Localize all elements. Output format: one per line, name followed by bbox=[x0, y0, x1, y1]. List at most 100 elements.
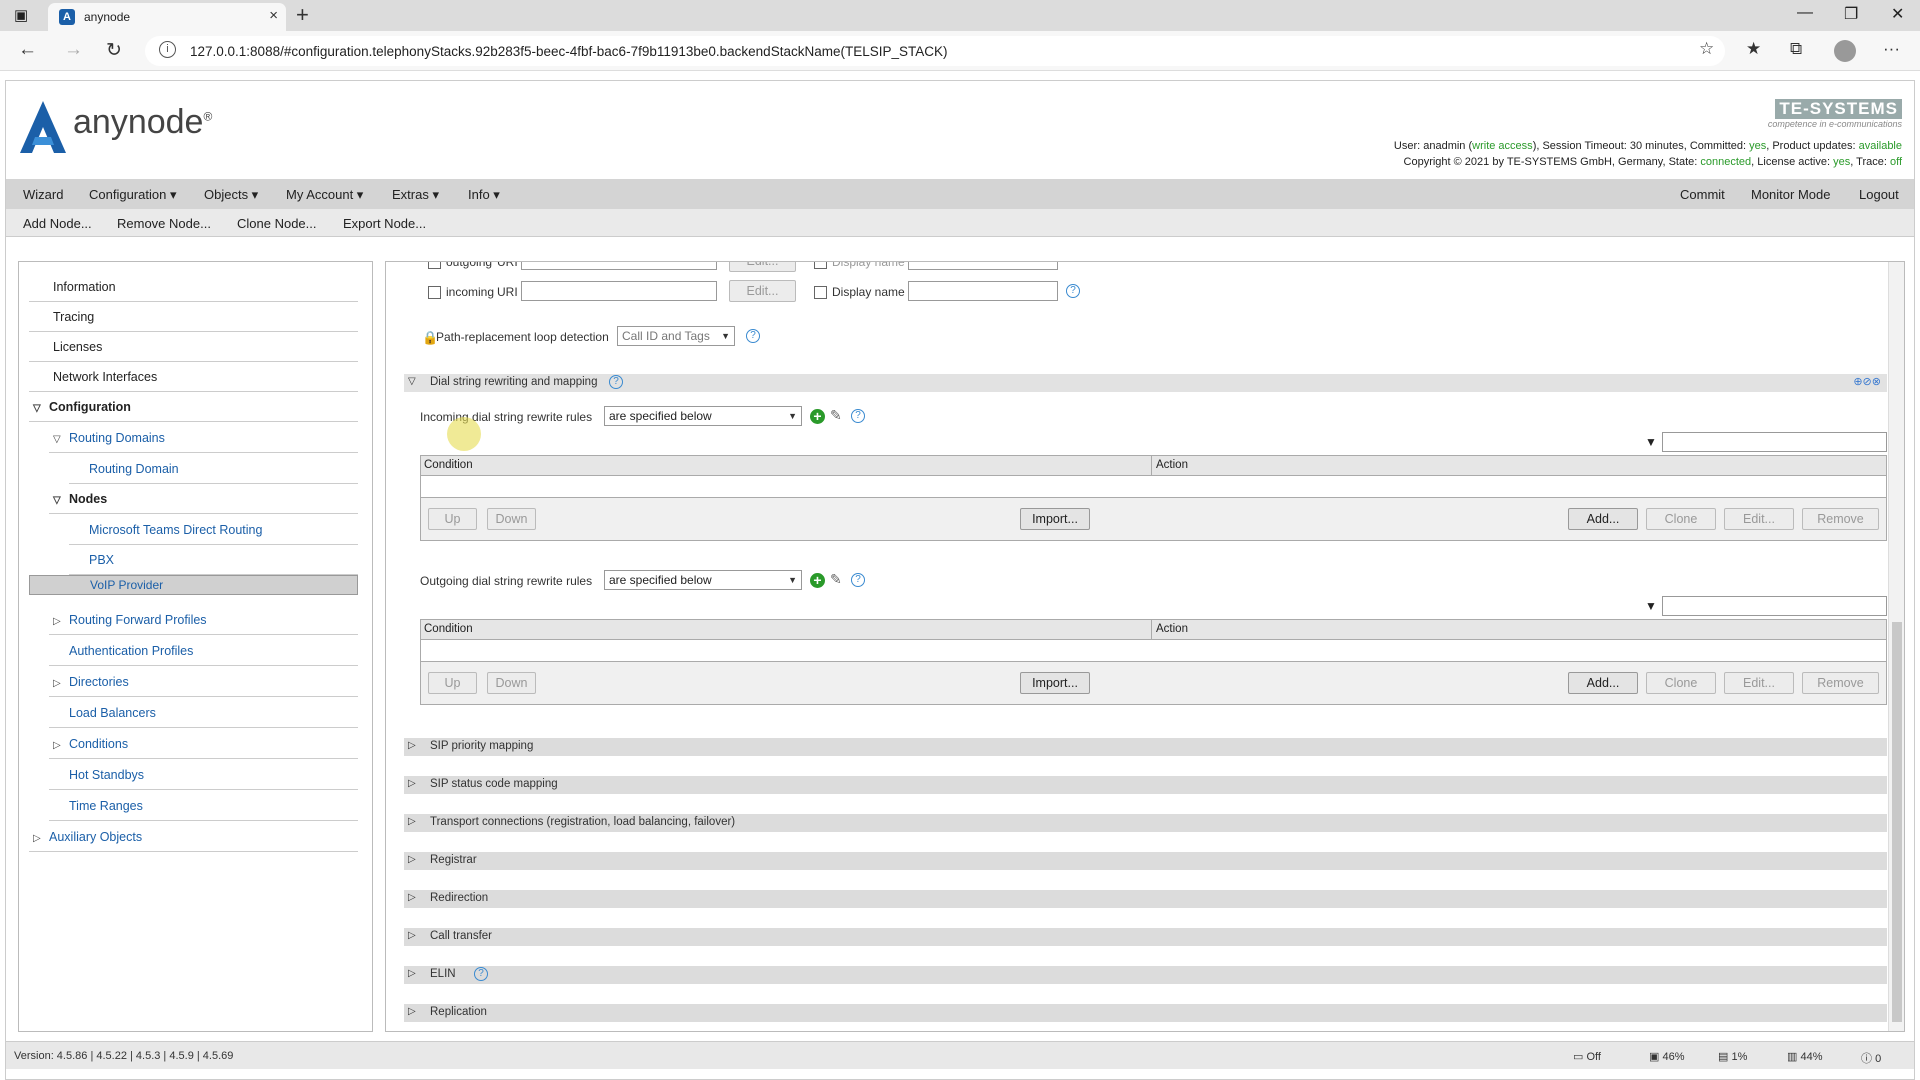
menu-info[interactable]: Info ▾ bbox=[468, 187, 500, 203]
incoming-rules-select[interactable]: are specified below ▼ bbox=[604, 406, 802, 426]
import-button[interactable]: Import... bbox=[1020, 672, 1090, 694]
sidebar-item-information[interactable]: Information bbox=[29, 272, 358, 302]
section-replication[interactable]: ▷ Replication bbox=[404, 1004, 1887, 1022]
close-tab-icon[interactable]: × bbox=[269, 7, 278, 24]
more-menu-icon[interactable]: ··· bbox=[1883, 39, 1900, 59]
sidebar-item-load-balancers[interactable]: Load Balancers bbox=[49, 698, 358, 728]
main-scrollbar[interactable] bbox=[1888, 262, 1904, 1031]
sidebar-item-conditions[interactable]: ▷ Conditions bbox=[49, 729, 358, 759]
incoming-edit-button[interactable]: Edit... bbox=[729, 280, 796, 302]
add-node-button[interactable]: Add Node... bbox=[23, 216, 92, 231]
browser-tab[interactable]: A anynode × bbox=[48, 3, 286, 31]
close-window-icon[interactable]: ✕ bbox=[1891, 4, 1904, 24]
restore-icon[interactable]: ❐ bbox=[1844, 4, 1858, 24]
reload-icon[interactable]: ↻ bbox=[106, 39, 122, 62]
url-input[interactable]: i 127.0.0.1:8088/#configuration.telephon… bbox=[145, 36, 1725, 66]
outgoing-edit-button[interactable]: Edit... bbox=[729, 262, 796, 272]
help-icon[interactable]: ? bbox=[609, 375, 623, 389]
clone-button[interactable]: Clone bbox=[1646, 508, 1716, 530]
outgoing-filter-input[interactable] bbox=[1662, 596, 1887, 616]
down-button[interactable]: Down bbox=[487, 508, 536, 530]
collapsed-triangle-icon[interactable]: ▷ bbox=[408, 740, 416, 751]
outgoing-display-checkbox[interactable] bbox=[814, 262, 827, 269]
new-tab-icon[interactable]: + bbox=[296, 2, 309, 28]
collapsed-triangle-icon[interactable]: ▷ bbox=[408, 778, 416, 789]
outgoing-uri-checkbox[interactable] bbox=[428, 262, 441, 269]
outgoing-rules-select[interactable]: are specified below ▼ bbox=[604, 570, 802, 590]
sidebar-item-microsoft-teams[interactable]: Microsoft Teams Direct Routing bbox=[69, 515, 358, 545]
sidebar-toggle-icon[interactable]: ▣ bbox=[14, 6, 28, 24]
site-info-icon[interactable]: i bbox=[159, 41, 176, 58]
menu-wizard[interactable]: Wizard bbox=[23, 187, 63, 202]
sidebar-item-configuration[interactable]: ▽ Configuration bbox=[29, 392, 358, 422]
sidebar-item-auxiliary-objects[interactable]: ▷ Auxiliary Objects bbox=[29, 822, 358, 852]
collapsed-triangle-icon[interactable]: ▷ bbox=[408, 854, 416, 865]
expanded-triangle-icon[interactable]: ▽ bbox=[408, 376, 416, 387]
sidebar-item-nodes[interactable]: ▽ Nodes bbox=[49, 484, 358, 514]
help-icon[interactable]: ? bbox=[1066, 284, 1080, 298]
clone-button[interactable]: Clone bbox=[1646, 672, 1716, 694]
remove-node-button[interactable]: Remove Node... bbox=[117, 216, 211, 231]
sidebar-item-routing-domain[interactable]: Routing Domain bbox=[69, 454, 358, 484]
add-button[interactable]: Add... bbox=[1568, 672, 1638, 694]
help-icon[interactable]: ? bbox=[851, 573, 865, 587]
section-registrar[interactable]: ▷ Registrar bbox=[404, 852, 1887, 870]
logout-button[interactable]: Logout bbox=[1859, 187, 1899, 202]
collapsed-triangle-icon[interactable]: ▷ bbox=[33, 824, 49, 854]
back-icon[interactable]: ← bbox=[18, 39, 37, 61]
profile-avatar-icon[interactable] bbox=[1834, 40, 1856, 62]
menu-objects[interactable]: Objects ▾ bbox=[204, 187, 258, 203]
remove-button[interactable]: Remove bbox=[1802, 508, 1879, 530]
sidebar-item-voip-provider[interactable]: VoIP Provider bbox=[29, 575, 358, 595]
add-favorite-icon[interactable]: ☆ bbox=[1699, 39, 1714, 59]
remove-button[interactable]: Remove bbox=[1802, 672, 1879, 694]
expanded-triangle-icon[interactable]: ▽ bbox=[33, 394, 49, 424]
sidebar-item-routing-forward-profiles[interactable]: ▷ Routing Forward Profiles bbox=[49, 605, 358, 635]
section-elin[interactable]: ▷ ELIN? bbox=[404, 966, 1887, 984]
add-icon[interactable]: + bbox=[810, 409, 825, 424]
sidebar-item-directories[interactable]: ▷ Directories bbox=[49, 667, 358, 697]
loop-detection-select[interactable]: Call ID and Tags ▼ bbox=[617, 326, 735, 346]
edit-pencil-icon[interactable]: ✎ bbox=[830, 407, 842, 424]
incoming-display-input[interactable] bbox=[908, 281, 1058, 301]
scrollbar-thumb[interactable] bbox=[1892, 622, 1902, 1022]
edit-button[interactable]: Edit... bbox=[1724, 508, 1794, 530]
collapsed-triangle-icon[interactable]: ▷ bbox=[408, 1006, 416, 1017]
sidebar-item-tracing[interactable]: Tracing bbox=[29, 302, 358, 332]
collapsed-triangle-icon[interactable]: ▷ bbox=[53, 731, 69, 761]
up-button[interactable]: Up bbox=[428, 508, 477, 530]
clone-node-button[interactable]: Clone Node... bbox=[237, 216, 317, 231]
menu-extras[interactable]: Extras ▾ bbox=[392, 187, 439, 203]
section-redirection[interactable]: ▷ Redirection bbox=[404, 890, 1887, 908]
add-button[interactable]: Add... bbox=[1568, 508, 1638, 530]
menu-my-account[interactable]: My Account ▾ bbox=[286, 187, 363, 203]
collapsed-triangle-icon[interactable]: ▷ bbox=[408, 816, 416, 827]
up-button[interactable]: Up bbox=[428, 672, 477, 694]
incoming-filter-input[interactable] bbox=[1662, 432, 1887, 452]
sidebar-item-pbx[interactable]: PBX bbox=[69, 545, 358, 575]
sidebar-item-time-ranges[interactable]: Time Ranges bbox=[49, 791, 358, 821]
forward-icon[interactable]: → bbox=[64, 39, 83, 61]
outgoing-display-input[interactable] bbox=[908, 262, 1058, 270]
collapsed-triangle-icon[interactable]: ▷ bbox=[408, 968, 416, 979]
sidebar-item-routing-domains[interactable]: ▽ Routing Domains bbox=[49, 423, 358, 453]
collapsed-triangle-icon[interactable]: ▷ bbox=[53, 669, 69, 699]
menu-configuration[interactable]: Configuration ▾ bbox=[89, 187, 176, 203]
expanded-triangle-icon[interactable]: ▽ bbox=[53, 486, 69, 516]
incoming-uri-checkbox[interactable] bbox=[428, 286, 441, 299]
section-call-transfer[interactable]: ▷ Call transfer bbox=[404, 928, 1887, 946]
favorites-icon[interactable]: ★ bbox=[1746, 39, 1761, 59]
section-sip-status-code-mapping[interactable]: ▷ SIP status code mapping bbox=[404, 776, 1887, 794]
monitor-mode-button[interactable]: Monitor Mode bbox=[1751, 187, 1830, 202]
expanded-triangle-icon[interactable]: ▽ bbox=[53, 425, 69, 455]
edit-button[interactable]: Edit... bbox=[1724, 672, 1794, 694]
section-transport-connections[interactable]: ▷ Transport connections (registration, lo… bbox=[404, 814, 1887, 832]
collapsed-triangle-icon[interactable]: ▷ bbox=[53, 607, 69, 637]
collapsed-triangle-icon[interactable]: ▷ bbox=[408, 892, 416, 903]
edit-pencil-icon[interactable]: ✎ bbox=[830, 571, 842, 588]
collapsed-triangle-icon[interactable]: ▷ bbox=[408, 930, 416, 941]
outgoing-uri-input[interactable] bbox=[521, 262, 717, 270]
section-sip-priority-mapping[interactable]: ▷ SIP priority mapping bbox=[404, 738, 1887, 756]
sidebar-item-hot-standbys[interactable]: Hot Standbys bbox=[49, 760, 358, 790]
collections-icon[interactable]: ⧉ bbox=[1790, 39, 1802, 59]
